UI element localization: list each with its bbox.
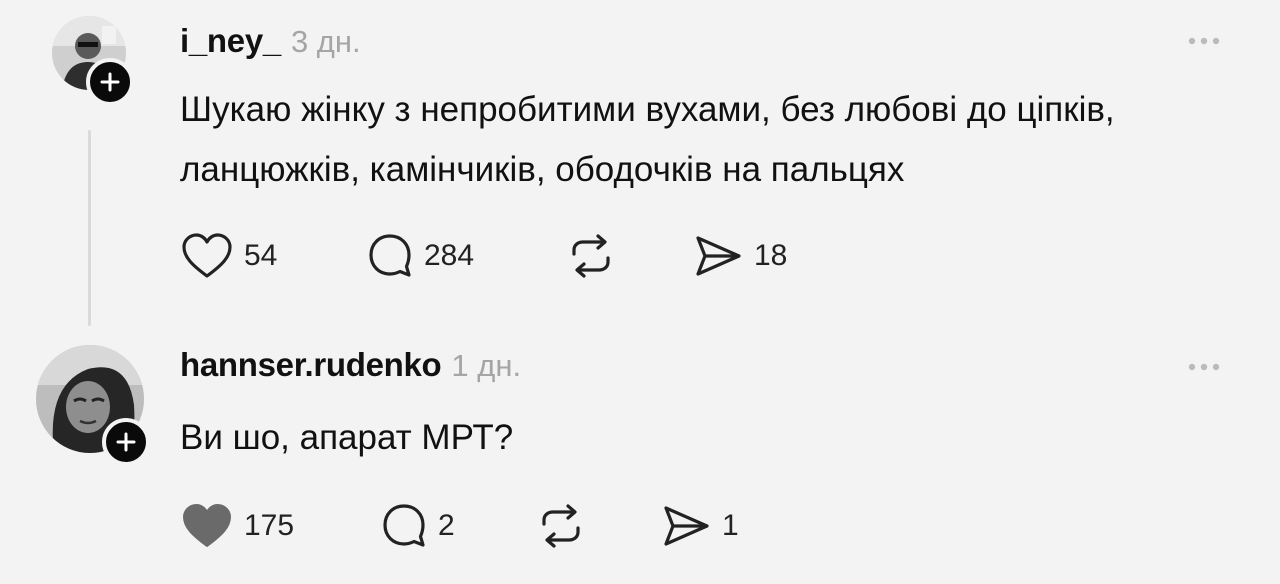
comment-bubble-icon xyxy=(383,504,425,547)
timestamp: 1 дн. xyxy=(451,348,522,383)
heart-filled-icon xyxy=(183,504,231,547)
share-button[interactable]: 18 xyxy=(692,228,787,284)
comment-bubble-icon xyxy=(369,234,411,277)
repost-button[interactable] xyxy=(566,228,616,284)
like-button[interactable]: 54 xyxy=(180,228,277,284)
send-paper-plane-icon xyxy=(696,236,741,276)
timestamp: 3 дн. xyxy=(290,24,361,59)
like-count: 175 xyxy=(244,509,295,542)
repost-button[interactable] xyxy=(536,498,586,554)
post-actions: 175 2 1 xyxy=(180,498,880,554)
more-options-button[interactable] xyxy=(1184,360,1224,374)
post-actions: 54 284 18 xyxy=(180,228,880,284)
follow-button[interactable] xyxy=(86,58,134,106)
comment-button[interactable]: 2 xyxy=(380,498,455,554)
threads-feed: i_ney_ 3 дн. Шукаю жінку з непробитими в… xyxy=(0,0,1280,584)
send-paper-plane-icon xyxy=(664,506,709,546)
more-dots-icon xyxy=(1188,363,1220,371)
post-text: Ви шо, апарат МРТ? xyxy=(180,418,514,457)
comment-count: 2 xyxy=(438,509,455,542)
comment-count: 284 xyxy=(424,239,475,272)
like-button[interactable]: 175 xyxy=(180,498,294,554)
plus-icon xyxy=(100,72,120,92)
comment-button[interactable]: 284 xyxy=(366,228,474,284)
heart-icon xyxy=(182,233,232,278)
share-button[interactable]: 1 xyxy=(660,498,739,554)
plus-icon xyxy=(116,432,136,452)
repost-arrows-icon xyxy=(542,504,580,548)
post-text: Шукаю жінку з непробитими вухами, без лю… xyxy=(180,90,1115,189)
username[interactable]: i_ney_ xyxy=(180,22,281,60)
post: i_ney_ 3 дн. Шукаю жінку з непробитими в… xyxy=(0,0,1280,330)
post-header: i_ney_ 3 дн. xyxy=(180,22,361,60)
username[interactable]: hannser.rudenko xyxy=(180,346,442,384)
like-count: 54 xyxy=(244,239,278,272)
share-count: 1 xyxy=(722,509,739,542)
follow-button[interactable] xyxy=(102,418,150,466)
post: hannser.rudenko 1 дн. Ви шо, апарат МРТ?… xyxy=(0,330,1280,584)
more-dots-icon xyxy=(1188,37,1220,45)
repost-arrows-icon xyxy=(572,234,610,278)
post-header: hannser.rudenko 1 дн. xyxy=(180,346,521,384)
thread-line xyxy=(88,130,91,326)
share-count: 18 xyxy=(754,239,788,272)
more-options-button[interactable] xyxy=(1184,34,1224,48)
